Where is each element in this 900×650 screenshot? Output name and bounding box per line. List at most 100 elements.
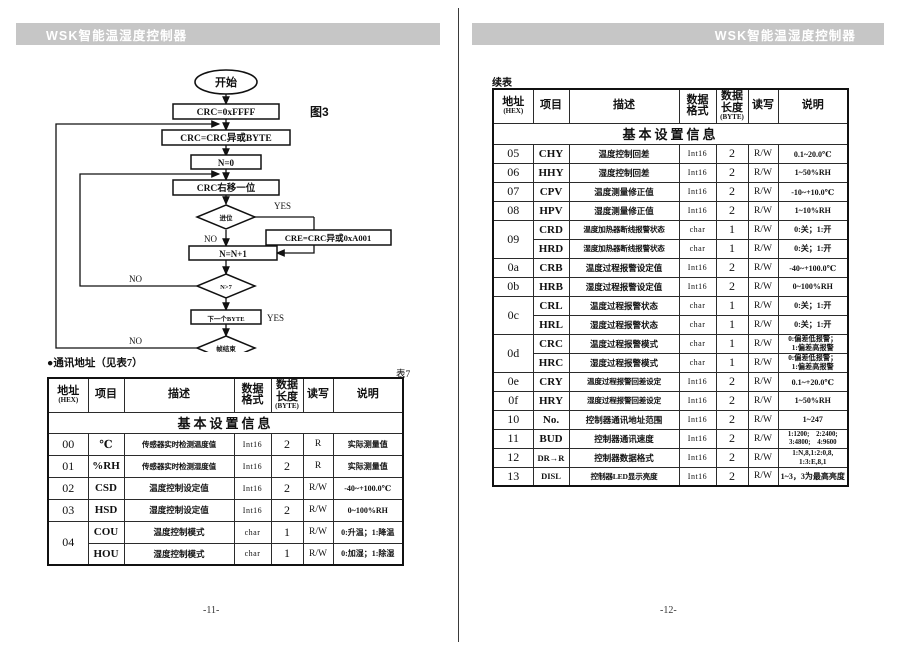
cell-description: 温度过程报警设定值 — [568, 257, 680, 278]
cell-note: 1~10%RH — [777, 200, 849, 221]
col-header-data-format: 数据 格式 — [678, 88, 717, 124]
cell-data-length: 2 — [715, 428, 749, 449]
cell-data-format: Int16 — [233, 454, 272, 478]
cell-item: DISL — [532, 466, 570, 487]
col-header-data-length: 数据 长度 (BYTE) — [270, 377, 304, 413]
flow-node-carry-decision-label: 进位 — [220, 213, 234, 222]
cell-item: HRC — [532, 352, 570, 373]
figure-caption: 图3 — [310, 105, 329, 119]
cell-read-write: R — [302, 432, 334, 456]
cell-description: 湿度过程报警设定值 — [568, 276, 680, 297]
cell-data-length: 2 — [715, 143, 749, 164]
col-header-description: 描述 — [568, 88, 680, 124]
register-table-right: 地址 (HEX) 项目 描述 数据 格式 数据 长度 (BYTE) 读写 说明 … — [492, 88, 849, 487]
cell-item: HSD — [87, 498, 125, 522]
cell-data-format: Int16 — [678, 409, 717, 430]
cell-description: 湿度过程报警状态 — [568, 314, 680, 335]
cell-data-length: 2 — [715, 447, 749, 468]
cell-description: 控制器通讯速度 — [568, 428, 680, 449]
cell-note: 0:关；1:开 — [777, 314, 849, 335]
flow-node-n-zero-label: N=0 — [218, 158, 235, 168]
flow-node-xor-a001: CRE=CRC异或0xA001 — [265, 229, 392, 246]
flow-node-xor-byte-label: CRC=CRC异或BYTE — [180, 132, 271, 144]
cell-item: DR→R — [532, 447, 570, 468]
running-header-left-title: WSK智能温湿度控制器 — [46, 28, 188, 43]
cell-read-write: R/W — [747, 295, 779, 316]
table-row: HRL 湿度过程报警状态 char 1 R/W 0:关；1:开 — [493, 314, 849, 335]
continued-table-caption: 续表 — [492, 78, 512, 89]
cell-description: 传感器实时检测温度值 — [123, 432, 235, 456]
col-header-data-format: 数据 格式 — [233, 377, 272, 413]
cell-data-format: char — [678, 314, 717, 335]
table-row: 0a CRB 温度过程报警设定值 Int16 2 R/W -40~+100.0℃ — [492, 257, 849, 278]
cell-read-write: R/W — [747, 219, 779, 240]
cell-address: 0e — [492, 371, 534, 392]
crc-flowchart: 开始 CRC=0xFFFF CRC=CRC异或BYTE N=0 CRC右移一位 — [14, 62, 444, 352]
cell-data-length: 2 — [715, 181, 749, 202]
col-header-note: 说明 — [777, 88, 849, 124]
cell-item: HOU — [87, 542, 125, 566]
cell-description: 控制器LED显示亮度 — [568, 466, 680, 487]
cell-note: 0~100%RH — [332, 498, 404, 522]
cell-item: CPV — [532, 181, 570, 202]
table-row: 08 HPV 湿度测量修正值 Int16 2 R/W 1~10%RH — [492, 200, 849, 221]
cell-note: 0:升温；1:降温 — [332, 520, 404, 544]
cell-note: -40~+100.0℃ — [332, 476, 404, 500]
flow-node-init-label: CRC=0xFFFF — [197, 108, 256, 118]
table-row: 0f HRY 湿度过程报警回差设定 Int16 2 R/W 1~50%RH — [492, 390, 849, 411]
cell-item: ℃ — [87, 432, 125, 456]
table-row: 10 No. 控制器通讯地址范围 Int16 2 R/W 1~247 — [492, 409, 849, 430]
cell-data-length: 1 — [715, 238, 749, 259]
cell-address: 08 — [492, 200, 534, 221]
cell-address: 07 — [492, 181, 534, 202]
cell-data-format: Int16 — [678, 390, 717, 411]
running-header-left: WSK智能温湿度控制器 — [16, 23, 440, 45]
cell-item: CRD — [532, 219, 570, 240]
flow-node-xor-a001-label: CRE=CRC异或0xA001 — [285, 232, 372, 243]
cell-data-format: Int16 — [678, 143, 717, 164]
cell-address: 0c — [492, 295, 534, 335]
col-header-address: 地址 (HEX) — [492, 88, 534, 124]
cell-data-format: char — [678, 219, 717, 240]
flow-node-frame-end-decision: 帧结束 — [195, 335, 257, 352]
cell-data-format: char — [233, 542, 272, 566]
spine-divider — [458, 8, 459, 642]
cell-note: 0.1~+20.0℃ — [777, 371, 849, 392]
running-header-right: WSK智能温湿度控制器 — [472, 23, 884, 45]
cell-description: 温度控制设定值 — [123, 476, 235, 500]
col-header-note: 说明 — [332, 377, 404, 413]
cell-data-format: Int16 — [678, 200, 717, 221]
cell-data-format: Int16 — [678, 447, 717, 468]
table-row: 09 CRD 温度加热器断线报警状态 char 1 R/W 0:关；1:开 — [492, 219, 849, 259]
cell-description: 传感器实时检测湿度值 — [123, 454, 235, 478]
cell-item: HRL — [532, 314, 570, 335]
cell-read-write: R/W — [302, 498, 334, 522]
cell-read-write: R/W — [747, 352, 779, 373]
cell-note: 0:关；1:开 — [777, 238, 849, 259]
cell-data-length: 1 — [715, 219, 749, 240]
cell-read-write: R/W — [302, 476, 334, 500]
table-header-row: 地址 (HEX) 项目 描述 数据 格式 数据 长度 (BYTE) 读写 说明 — [492, 88, 849, 124]
cell-data-length: 2 — [715, 390, 749, 411]
cell-item: CRY — [532, 371, 570, 392]
cell-description: 温度控制模式 — [123, 520, 235, 544]
flow-label-ngt7-no: NO — [129, 274, 142, 284]
table-row: 13 DISL 控制器LED显示亮度 Int16 2 R/W 1~3，3为最高亮度 — [492, 466, 849, 487]
flow-node-init: CRC=0xFFFF — [172, 103, 280, 120]
cell-data-length: 2 — [715, 162, 749, 183]
cell-read-write: R/W — [747, 257, 779, 278]
cell-note: 1:1200; 2:2400; 3:4800; 4:9600 — [777, 428, 849, 449]
cell-read-write: R/W — [302, 520, 334, 544]
cell-read-write: R/W — [747, 162, 779, 183]
cell-data-length: 2 — [715, 276, 749, 297]
cell-data-length: 2 — [715, 466, 749, 487]
cell-note: 0.1~20.0℃ — [777, 143, 849, 164]
cell-description: 湿度控制回差 — [568, 162, 680, 183]
page-number-left: -11- — [203, 605, 220, 616]
cell-note: 0:偏差低报警； 1:偏差高报警 — [777, 352, 849, 373]
flow-node-shift: CRC右移一位 — [172, 179, 280, 196]
col-header-data-length: 数据 长度 (BYTE) — [715, 88, 749, 124]
cell-data-length: 1 — [715, 314, 749, 335]
running-header-right-title: WSK智能温湿度控制器 — [714, 28, 856, 43]
flow-node-carry-decision: 进位 — [195, 204, 257, 230]
